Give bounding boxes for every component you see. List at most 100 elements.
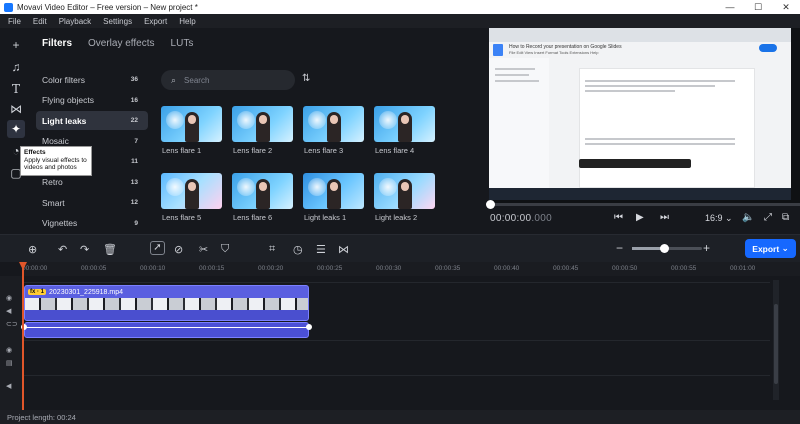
close-button[interactable]: ✕ <box>772 2 800 13</box>
clip-audio-waveform <box>25 310 308 320</box>
minimize-button[interactable]: — <box>716 2 744 12</box>
add-track-icon[interactable]: ⊕ <box>28 243 37 256</box>
link-icon[interactable]: ⊂⊃ <box>6 320 18 328</box>
effect-thumbnail[interactable] <box>374 173 435 209</box>
zoom-slider-fill <box>632 247 664 250</box>
maximize-button[interactable]: ☐ <box>744 2 772 13</box>
volume-line[interactable] <box>25 327 310 328</box>
video-clip[interactable]: fx · 1 20230301_225918.mp4 <box>24 285 309 321</box>
audio-clip[interactable] <box>24 322 310 338</box>
doc-text-line <box>585 90 675 92</box>
transition-tool-icon[interactable]: ⋈ <box>338 243 349 256</box>
zoom-slider[interactable] <box>632 244 702 253</box>
play-icon[interactable]: ▶ <box>636 212 644 223</box>
category-vignettes[interactable]: Vignettes 9 <box>36 214 148 233</box>
category-count: 16 <box>130 96 138 104</box>
ruler-tick-label: 00:00:05 <box>81 265 107 272</box>
menu-bar: File Edit Playback Settings Export Help <box>0 14 800 28</box>
category-count: 22 <box>130 117 138 124</box>
zoom-slider-handle[interactable] <box>659 244 669 253</box>
ruler-tick-label: 00:00:15 <box>199 265 225 272</box>
category-label: Vignettes <box>42 218 78 228</box>
effect-thumbnail[interactable] <box>161 106 222 142</box>
clip-fx-badge[interactable]: fx · 1 <box>28 289 47 295</box>
menu-playback[interactable]: Playback <box>59 17 91 26</box>
category-smart[interactable]: Smart 12 <box>36 193 148 212</box>
previous-frame-icon[interactable]: ⏮ <box>614 212 623 223</box>
preview-screen[interactable]: How to Record your presentation on Googl… <box>489 28 791 200</box>
effect-label: Lens flare 5 <box>162 213 202 222</box>
effect-label: Light leaks 2 <box>375 213 418 222</box>
category-flying-objects[interactable]: Flying objects 16 <box>36 91 148 110</box>
menu-file[interactable]: File <box>8 17 21 26</box>
fullscreen-icon[interactable]: ⤢ <box>764 212 772 223</box>
thumb-face <box>259 115 267 124</box>
ruler-tick-label: 00:00:30 <box>376 265 402 272</box>
delete-icon[interactable]: 🗑 <box>103 243 117 256</box>
marker-icon[interactable]: ⛉ <box>221 243 229 256</box>
redo-icon[interactable]: ↷ <box>80 243 89 256</box>
category-label: Flying objects <box>42 95 94 105</box>
effect-thumbnail[interactable] <box>232 106 293 142</box>
next-frame-icon[interactable]: ⏭ <box>660 212 669 223</box>
menu-settings[interactable]: Settings <box>103 17 132 26</box>
sort-icon[interactable]: ⇅ <box>302 73 310 84</box>
menu-edit[interactable]: Edit <box>33 17 47 26</box>
playback-scrubber[interactable] <box>486 200 495 209</box>
effects-icon[interactable]: ✦ <box>7 120 25 138</box>
track-divider <box>22 340 770 341</box>
chevron-down-icon: ⌄ <box>781 243 789 253</box>
flare-glow <box>308 178 326 196</box>
adjust-icon[interactable]: ☰ <box>316 243 326 256</box>
speed-icon[interactable]: ◷ <box>293 243 303 256</box>
flare-glow <box>237 178 255 196</box>
flare-glow <box>237 111 255 129</box>
select-tool-icon[interactable]: ➚ <box>150 241 165 255</box>
music-icon[interactable]: ♫ <box>7 58 25 76</box>
category-count: 36 <box>130 76 138 83</box>
eye-icon[interactable]: ◉ <box>6 294 12 302</box>
menu-help[interactable]: Help <box>179 17 195 26</box>
scrollbar-thumb[interactable] <box>774 304 778 384</box>
tab-filters[interactable]: Filters <box>42 38 72 54</box>
eye-icon[interactable]: ◉ <box>6 346 12 354</box>
category-color-filters[interactable]: Color filters 36 <box>36 70 148 89</box>
crop-icon[interactable]: ⌗ <box>269 243 275 256</box>
speaker-icon[interactable]: ◀ <box>6 307 11 315</box>
timeline-scrollbar[interactable] <box>773 280 779 400</box>
add-media-icon[interactable]: + <box>7 36 25 54</box>
effect-thumbnail[interactable] <box>374 106 435 142</box>
movavi-logo-icon <box>4 2 13 12</box>
search-input[interactable]: ⌕ Search <box>161 70 295 90</box>
effect-label: Lens flare 6 <box>233 213 273 222</box>
blade-off-icon[interactable]: ⊘ <box>174 243 183 256</box>
category-label: Mosaic <box>42 136 69 146</box>
split-icon[interactable]: ✂ <box>199 243 208 256</box>
doc-text-line <box>585 85 715 87</box>
zoom-in-icon[interactable]: + <box>703 241 710 255</box>
playhead-line[interactable] <box>22 262 24 410</box>
titles-icon[interactable]: T <box>7 80 25 98</box>
ruler-tick-label: 00:00:45 <box>553 265 579 272</box>
undo-icon[interactable]: ↶ <box>58 243 67 256</box>
effect-thumbnail[interactable] <box>303 106 364 142</box>
menu-export[interactable]: Export <box>144 17 167 26</box>
effect-thumbnail[interactable] <box>303 173 364 209</box>
tab-overlay-effects[interactable]: Overlay effects <box>88 38 155 54</box>
detach-preview-icon[interactable]: ⧉ <box>782 212 789 223</box>
zoom-out-icon[interactable]: − <box>616 241 623 255</box>
effect-thumbnail[interactable] <box>161 173 222 209</box>
transitions-icon[interactable]: ⋈ <box>7 100 25 118</box>
effect-thumbnail[interactable] <box>232 173 293 209</box>
outline-line <box>495 74 529 76</box>
volume-icon[interactable]: 🔈 <box>742 212 754 223</box>
category-count: 9 <box>134 219 138 227</box>
lock-icon[interactable]: ▤ <box>6 359 13 367</box>
category-light-leaks[interactable]: Light leaks 22 <box>36 111 148 130</box>
tab-luts[interactable]: LUTs <box>171 38 194 54</box>
audio-clip-end-handle[interactable] <box>306 324 312 330</box>
speaker-icon[interactable]: ◀ <box>6 382 11 390</box>
aspect-ratio-selector[interactable]: 16:9 ⌄ <box>705 213 733 224</box>
export-button[interactable]: Export ⌄ <box>745 239 796 258</box>
playback-progress[interactable] <box>486 200 800 209</box>
